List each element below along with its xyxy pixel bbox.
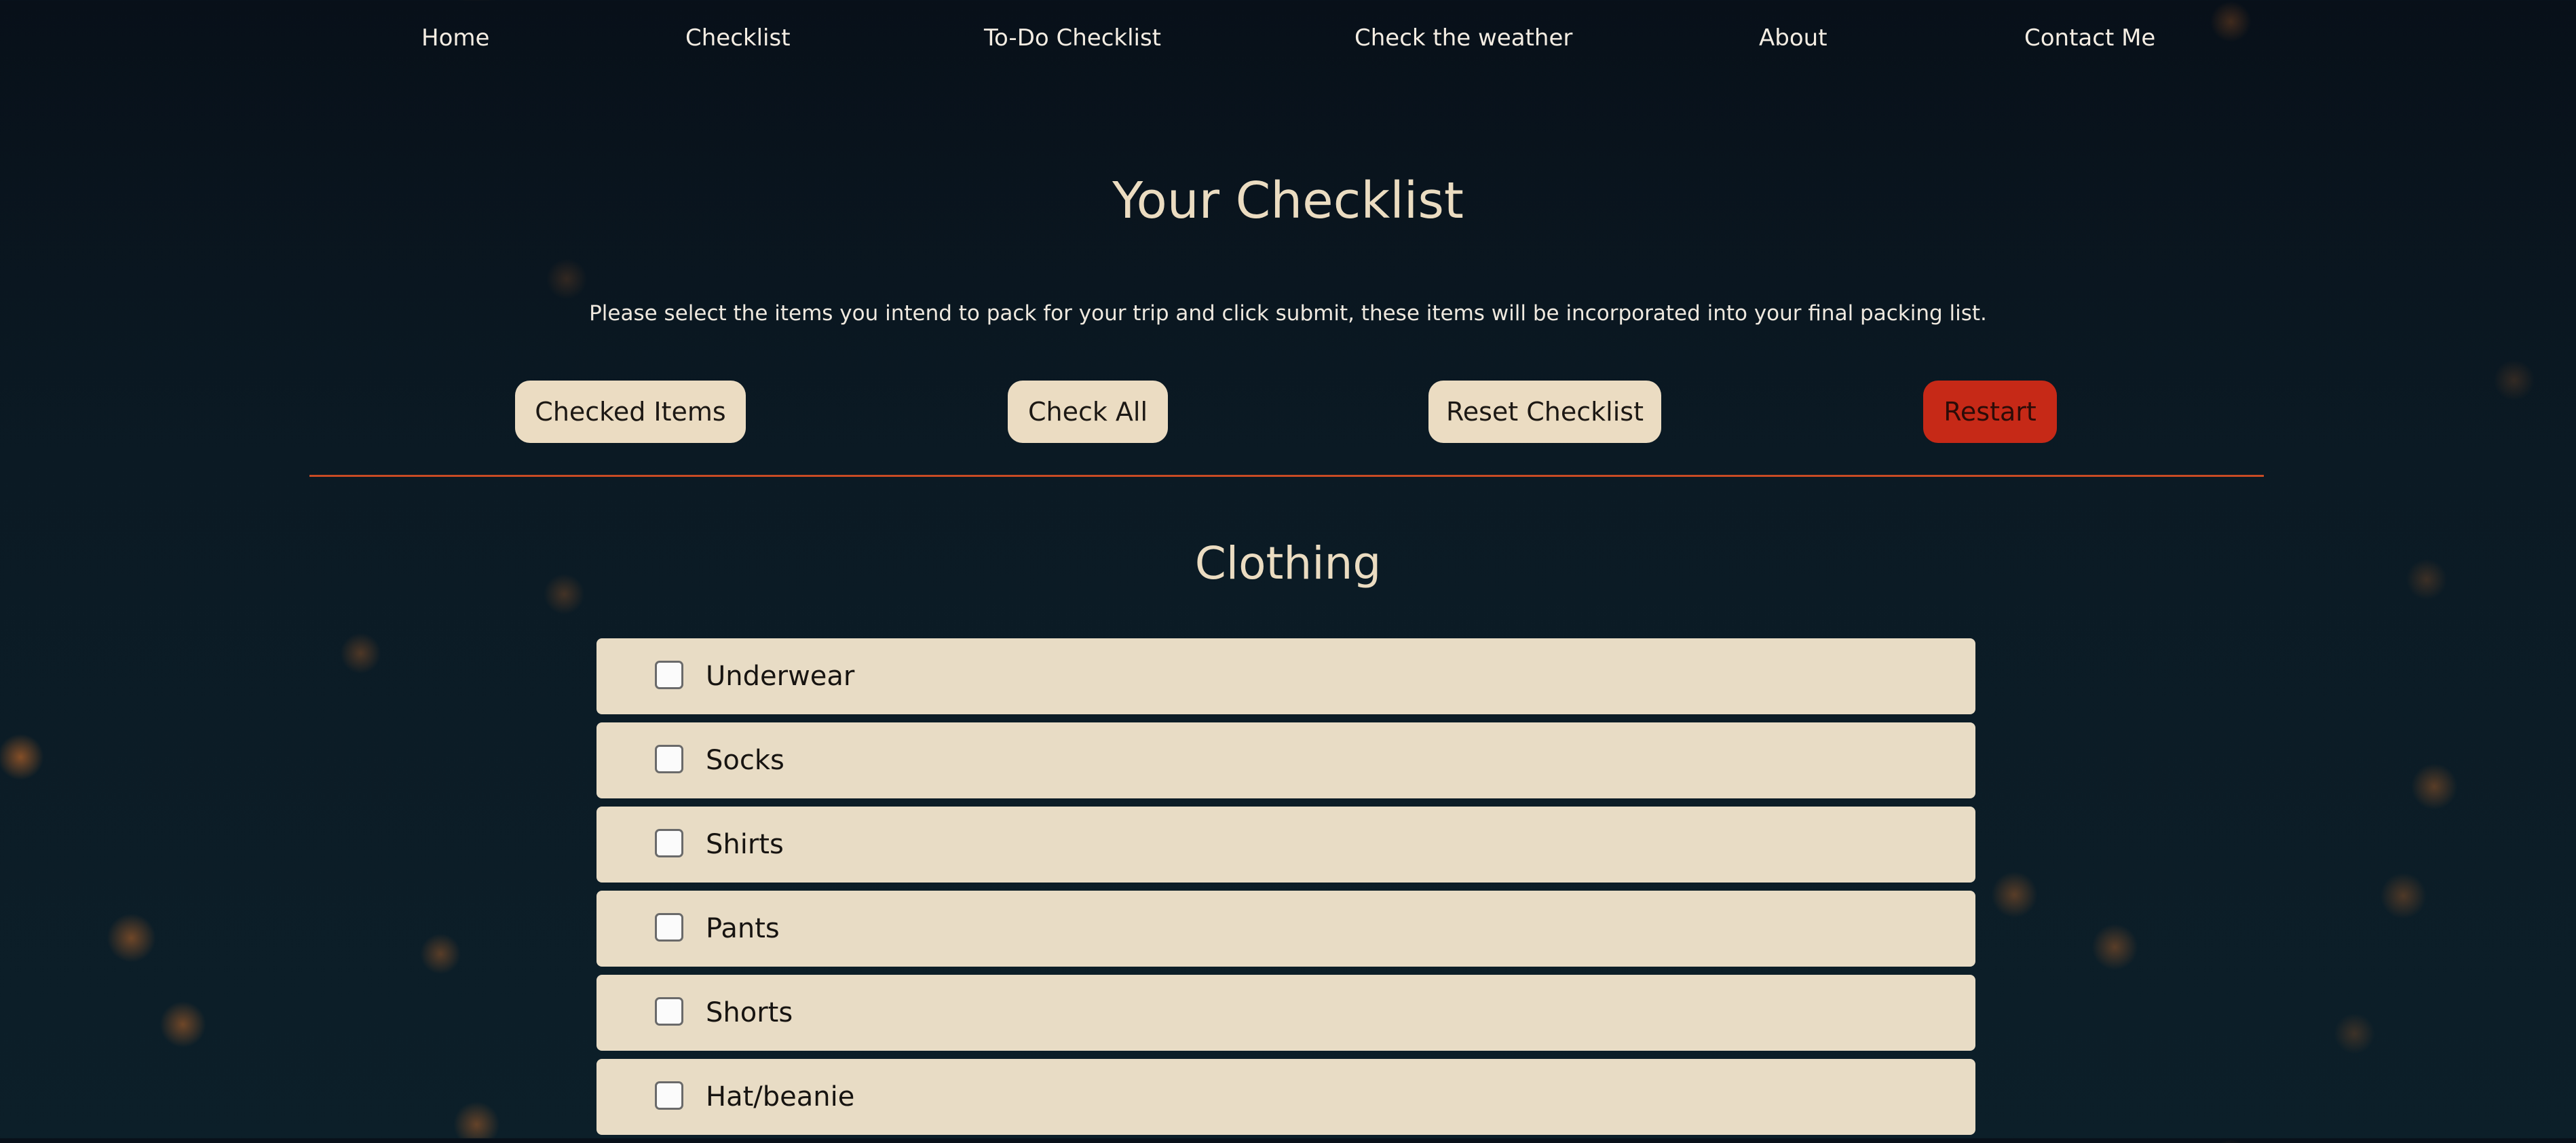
nav-link-about[interactable]: About bbox=[1759, 22, 1827, 54]
checklist-item-underwear[interactable]: Underwear bbox=[596, 638, 1975, 714]
checklist-item-label: Pants bbox=[706, 913, 780, 944]
reset-checklist-button[interactable]: Reset Checklist bbox=[1428, 381, 1661, 443]
section-divider bbox=[309, 475, 2264, 477]
checkbox[interactable] bbox=[655, 661, 683, 689]
checklist-item-hat-beanie[interactable]: Hat/beanie bbox=[596, 1059, 1975, 1135]
checklist-item-label: Underwear bbox=[706, 661, 855, 692]
checkbox[interactable] bbox=[655, 829, 683, 857]
checklist-item-label: Socks bbox=[706, 745, 784, 776]
checkbox[interactable] bbox=[655, 997, 683, 1026]
nav-link-todo-checklist[interactable]: To-Do Checklist bbox=[984, 22, 1161, 54]
restart-button[interactable]: Restart bbox=[1923, 381, 2057, 443]
checkbox[interactable] bbox=[655, 1081, 683, 1110]
nav-link-home[interactable]: Home bbox=[421, 22, 489, 54]
page-title: Your Checklist bbox=[1112, 172, 1464, 230]
checklist-item-shirts[interactable]: Shirts bbox=[596, 807, 1975, 883]
nav-link-check-weather[interactable]: Check the weather bbox=[1355, 22, 1572, 54]
nav-link-checklist[interactable]: Checklist bbox=[685, 22, 791, 54]
checkbox[interactable] bbox=[655, 745, 683, 773]
section-title-clothing: Clothing bbox=[1194, 537, 1382, 589]
checked-items-button[interactable]: Checked Items bbox=[515, 381, 746, 443]
instructions-text: Please select the items you intend to pa… bbox=[589, 301, 1987, 326]
nav-link-contact-me[interactable]: Contact Me bbox=[2024, 22, 2155, 54]
checkbox[interactable] bbox=[655, 913, 683, 942]
checklist-item-label: Shirts bbox=[706, 829, 784, 860]
checklist-item-label: Shorts bbox=[706, 997, 793, 1028]
top-navigation: Home Checklist To-Do Checklist Check the… bbox=[0, 0, 2576, 76]
check-all-button[interactable]: Check All bbox=[1008, 381, 1168, 443]
checklist-item-pants[interactable]: Pants bbox=[596, 891, 1975, 967]
clothing-checklist: Underwear Socks Shirts Pants Shorts Hat/… bbox=[596, 638, 1975, 1143]
checklist-item-socks[interactable]: Socks bbox=[596, 722, 1975, 798]
checklist-item-shorts[interactable]: Shorts bbox=[596, 975, 1975, 1051]
checklist-item-label: Hat/beanie bbox=[706, 1081, 855, 1112]
